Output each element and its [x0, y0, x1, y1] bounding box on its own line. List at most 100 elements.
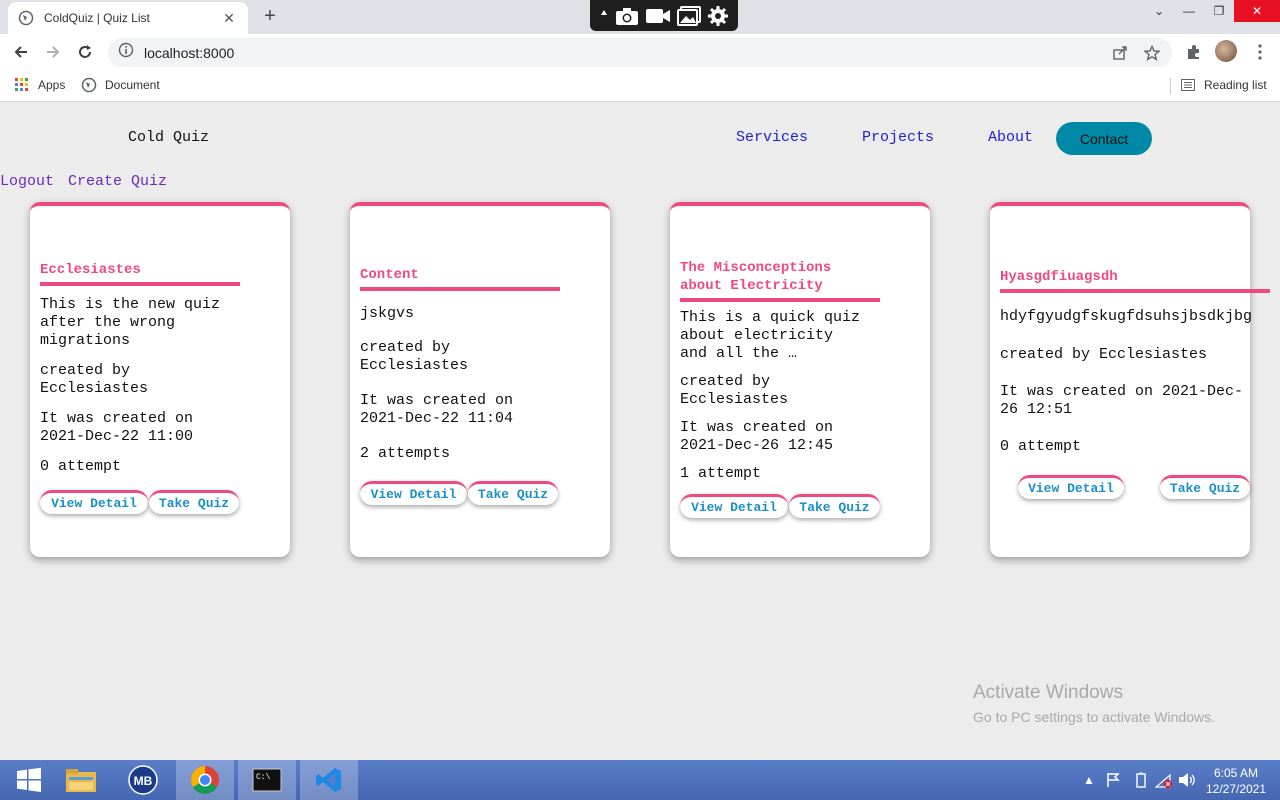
quiz-description: This is the new quiz after the wrong mig… [40, 296, 221, 349]
quiz-card: Ecclesiastes This is the new quiz after … [30, 202, 290, 557]
quiz-author: created by Ecclesiastes [360, 339, 469, 374]
quiz-card: Content jskgvs created by Ecclesiastes I… [350, 202, 610, 557]
extensions-puzzle-icon[interactable] [1184, 42, 1204, 62]
pin-icon[interactable] [599, 9, 609, 23]
quiz-title: The Misconceptions about Electricity [680, 259, 880, 302]
url-text: localhost:8000 [144, 44, 235, 61]
contact-button[interactable]: Contact [1056, 122, 1152, 155]
quiz-attempts: 1 attempt [680, 465, 762, 482]
window-menu-chevron-icon[interactable]: ⌄ [1144, 0, 1174, 22]
quiz-author: created by Ecclesiastes [1000, 346, 1208, 363]
browser-tab[interactable]: ColdQuiz | Quiz List ✕ [8, 2, 248, 34]
quiz-description: jskgvs [360, 305, 415, 322]
vscode-icon[interactable] [300, 760, 358, 800]
quiz-description: This is a quick quiz about electricity a… [680, 309, 861, 362]
quiz-author: created by Ecclesiastes [40, 362, 149, 397]
bookmark-label: Document [105, 78, 160, 92]
clock-time: 6:05 AM [1213, 766, 1259, 780]
take-quiz-button[interactable]: Take Quiz [149, 490, 239, 514]
quiz-list-page: Cold Quiz Services Projects About Contac… [0, 103, 1280, 760]
quiz-created-date: It was created on 2021-Dec-22 11:00 [40, 410, 194, 445]
quiz-created-date: It was created on 2021-Dec-26 12:45 [680, 419, 834, 454]
take-quiz-button[interactable]: Take Quiz [468, 481, 558, 505]
profile-avatar[interactable] [1215, 40, 1237, 62]
show-hidden-icons-chevron-icon[interactable]: ▲ [1082, 760, 1096, 800]
quiz-attempts: 0 attempt [1000, 438, 1082, 455]
battery-icon[interactable] [1132, 760, 1150, 800]
svg-text:MB: MB [134, 774, 153, 788]
quiz-created-date: It was created on 2021-Dec- 26 12:51 [1000, 383, 1244, 418]
quiz-description: hdyfgyudgfskugfdsuhsjbsdkjbg [1000, 308, 1253, 325]
bookmark-label: Apps [38, 78, 66, 92]
quiz-card: Hyasgdfiuagsdh hdyfgyudgfskugfdsuhsjbsdk… [990, 202, 1270, 557]
action-center-flag-icon[interactable] [1104, 760, 1122, 800]
share-icon[interactable] [1110, 43, 1130, 63]
browser-tabstrip: ColdQuiz | Quiz List ✕ + ⌄ — ❐ ✕ [0, 0, 1280, 34]
reading-list-label: Reading list [1204, 78, 1267, 92]
minimize-button[interactable]: — [1174, 0, 1204, 22]
volume-icon[interactable] [1177, 760, 1197, 800]
gallery-icon[interactable] [677, 5, 701, 26]
nav-projects[interactable]: Projects [862, 129, 934, 146]
globe-icon [81, 77, 97, 93]
clock-date: 12/27/2021 [1205, 782, 1267, 796]
site-brand[interactable]: Cold Quiz [128, 129, 209, 146]
quiz-attempts: 2 attempts [360, 445, 451, 462]
create-quiz-link[interactable]: Create Quiz [68, 173, 167, 190]
close-window-button[interactable]: ✕ [1234, 0, 1280, 22]
apps-grid-icon [14, 77, 30, 93]
browser-toolbar: localhost:8000 [0, 34, 1280, 70]
reading-list-icon [1180, 77, 1196, 93]
quiz-created-date: It was created on 2021-Dec-22 11:04 [360, 392, 514, 427]
site-info-icon[interactable] [118, 42, 134, 63]
windows-taskbar: MB C:\ ▲ 6:05 AM 12/27/2021 [0, 760, 1280, 800]
take-quiz-button[interactable]: Take Quiz [789, 494, 880, 518]
globe-icon [18, 10, 34, 26]
view-detail-button[interactable]: View Detail [40, 490, 148, 514]
quiz-card: The Misconceptions about Electricity Thi… [670, 202, 930, 557]
forward-arrow-icon[interactable] [42, 42, 64, 62]
restore-button[interactable]: ❐ [1204, 0, 1234, 22]
quiz-attempts: 0 attempt [40, 458, 122, 475]
network-disconnected-icon[interactable] [1154, 760, 1174, 800]
file-explorer-icon[interactable] [52, 760, 110, 800]
close-tab-icon[interactable]: ✕ [220, 10, 238, 27]
back-arrow-icon[interactable] [10, 42, 32, 62]
view-detail-button[interactable]: View Detail [360, 481, 467, 505]
command-prompt-icon[interactable]: C:\ [238, 760, 296, 800]
svg-text:C:\: C:\ [256, 773, 271, 782]
quiz-title: Ecclesiastes [40, 261, 240, 286]
view-detail-button[interactable]: View Detail [1018, 475, 1124, 499]
taskbar-clock[interactable]: 6:05 AM 12/27/2021 [1200, 765, 1272, 797]
view-detail-button[interactable]: View Detail [680, 494, 788, 518]
logout-link[interactable]: Logout [0, 173, 54, 190]
kebab-menu-icon[interactable] [1250, 42, 1270, 62]
camera-icon[interactable] [615, 6, 639, 26]
quiz-title: Content [360, 266, 560, 291]
bookmark-star-icon[interactable] [1142, 43, 1162, 63]
nav-about[interactable]: About [988, 129, 1033, 146]
watermark-title: Activate Windows [973, 682, 1123, 703]
bookmark-apps[interactable]: Apps [14, 77, 65, 93]
nav-services[interactable]: Services [736, 129, 808, 146]
bookmark-document[interactable]: Document [81, 77, 160, 93]
settings-gear-icon[interactable] [707, 5, 729, 27]
video-icon[interactable] [645, 7, 671, 25]
quiz-author: created by Ecclesiastes [680, 373, 789, 408]
watermark-subtitle: Go to PC settings to activate Windows. [973, 709, 1215, 725]
malwarebytes-icon[interactable]: MB [114, 760, 172, 800]
chrome-icon[interactable] [176, 760, 234, 800]
activate-windows-watermark: Activate Windows Go to PC settings to ac… [973, 682, 1215, 725]
quiz-title: Hyasgdfiuagsdh [1000, 268, 1270, 293]
take-quiz-button[interactable]: Take Quiz [1160, 475, 1250, 499]
start-windows-icon[interactable] [0, 760, 58, 800]
reload-icon[interactable] [74, 42, 96, 62]
tab-title: ColdQuiz | Quiz List [44, 11, 150, 25]
address-bar[interactable]: localhost:8000 [108, 38, 1172, 67]
reading-list-button[interactable]: Reading list [1180, 77, 1267, 93]
bookmarks-divider [1170, 78, 1171, 94]
window-controls: ⌄ — ❐ ✕ [1144, 0, 1280, 24]
screen-capture-toolbar [590, 0, 738, 31]
new-tab-button[interactable]: + [258, 4, 282, 28]
bookmarks-bar: Apps Document Reading list [0, 70, 1280, 102]
